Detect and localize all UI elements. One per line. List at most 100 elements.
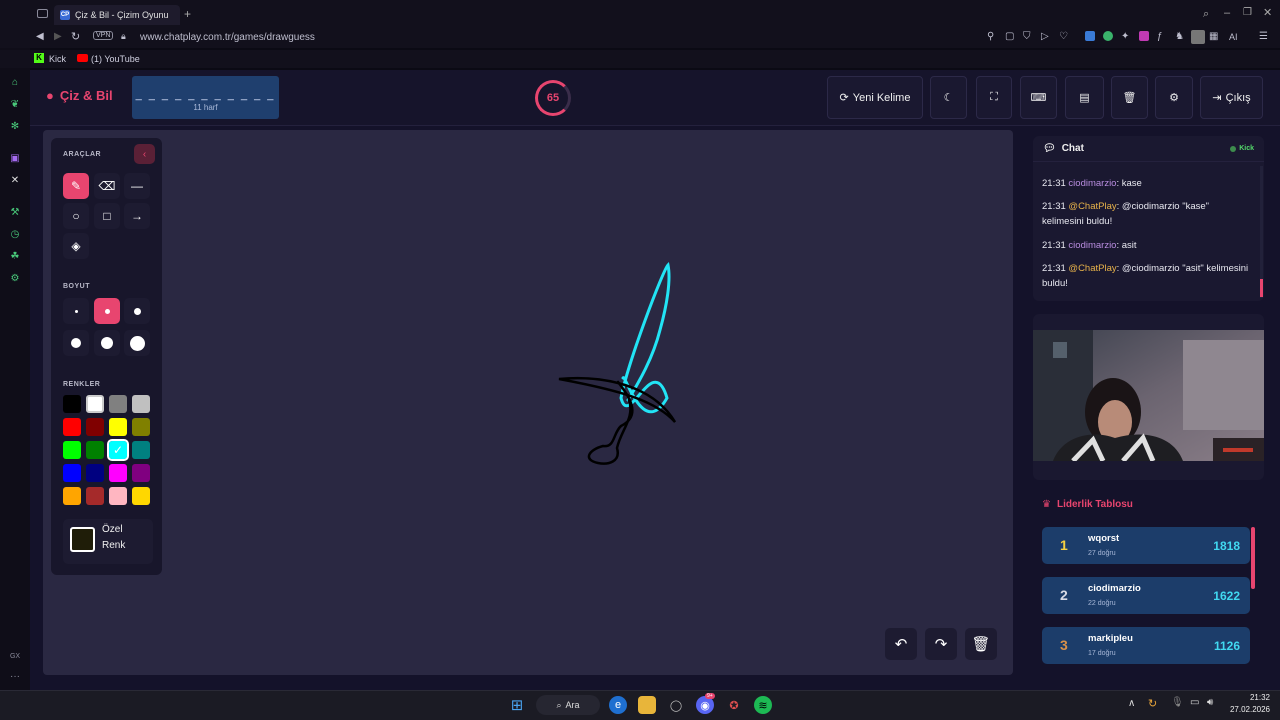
extension-icon[interactable]: ♞ — [1175, 31, 1184, 42]
sidebar-leaf-icon[interactable]: ❦ — [9, 99, 21, 111]
extension-icon[interactable]: ✦ — [1121, 31, 1129, 42]
color-swatch[interactable] — [132, 487, 150, 505]
size-option[interactable] — [94, 330, 120, 356]
extension-pin-icon[interactable]: ⚲ — [987, 31, 994, 42]
taskbar-search[interactable]: ⌕ Ara — [536, 695, 600, 715]
fill-tool[interactable]: ◈ — [63, 233, 89, 259]
color-swatch[interactable] — [132, 395, 150, 413]
vpn-badge[interactable]: VPN — [93, 31, 114, 40]
redo-button[interactable]: ↷ — [925, 628, 957, 660]
line-tool[interactable]: — — [124, 173, 150, 199]
theme-toggle-button[interactable]: ☾ — [930, 76, 967, 119]
color-swatch[interactable] — [86, 395, 104, 413]
sidebar-history-icon[interactable]: ☘ — [9, 251, 21, 263]
file-explorer-icon[interactable] — [638, 696, 656, 714]
extension-camera-icon[interactable]: ▢ — [1005, 31, 1014, 42]
bookmark-kick[interactable]: Kick — [49, 54, 66, 64]
keyboard-button[interactable]: ⌨ — [1020, 76, 1057, 119]
sidebar-more-icon[interactable]: ··· — [7, 671, 23, 683]
color-swatch[interactable] — [132, 441, 150, 459]
extension-icon[interactable] — [1085, 31, 1095, 41]
brush-tool[interactable]: ✎ — [63, 173, 89, 199]
eraser-tool[interactable]: ⌫ — [94, 173, 120, 199]
size-option[interactable] — [63, 330, 89, 356]
x-icon[interactable]: ✕ — [9, 175, 21, 187]
color-swatch[interactable] — [63, 441, 81, 459]
minimize-icon[interactable]: – — [1224, 7, 1230, 19]
play-icon[interactable]: ▷ — [1041, 31, 1049, 42]
size-option[interactable] — [124, 330, 150, 356]
settings-button[interactable]: ⚙ — [1155, 76, 1193, 119]
tray-app-icon[interactable]: ↻ — [1148, 697, 1157, 710]
tray-chevron-icon[interactable]: ∧ — [1128, 698, 1135, 709]
menu-icon[interactable]: ☰ — [1259, 31, 1268, 42]
color-swatch[interactable] — [86, 441, 104, 459]
color-swatch[interactable] — [86, 464, 104, 482]
ai-extension-label[interactable]: AI — [1229, 32, 1238, 42]
bookmark-youtube[interactable]: (1) YouTube — [91, 54, 140, 64]
size-option[interactable] — [63, 298, 89, 324]
sidebar-settings-icon[interactable]: ⚙ — [9, 273, 21, 285]
color-swatch-selected[interactable]: ✓ — [107, 439, 129, 461]
size-option-selected[interactable] — [94, 298, 120, 324]
windows-start-icon[interactable]: ⊞ — [508, 696, 526, 714]
exit-button[interactable]: ⇥ Çıkış — [1200, 76, 1263, 119]
extension-icon[interactable] — [1139, 31, 1149, 41]
circle-tool[interactable]: ○ — [63, 203, 89, 229]
reload-icon[interactable]: ↻ — [71, 30, 80, 43]
clear-canvas-button[interactable]: 🗑︎ — [965, 628, 997, 660]
collapse-panel-button[interactable]: ‹ — [134, 144, 155, 164]
volume-icon[interactable]: 🔊︎ — [1207, 697, 1213, 708]
arrow-tool[interactable]: → — [124, 203, 150, 229]
profile-avatar[interactable] — [1191, 30, 1205, 44]
fullscreen-button[interactable]: ⛶ — [976, 76, 1012, 119]
size-option[interactable] — [124, 298, 150, 324]
color-swatch[interactable] — [132, 418, 150, 436]
extension-icon[interactable] — [1103, 31, 1113, 41]
edge-icon[interactable]: e — [609, 696, 627, 714]
color-swatch[interactable] — [63, 418, 81, 436]
url-field[interactable]: www.chatplay.com.tr/games/drawguess — [140, 32, 315, 43]
extension-icon[interactable]: ƒ — [1157, 31, 1163, 42]
custom-color-preview[interactable] — [70, 527, 95, 552]
color-swatch[interactable] — [86, 418, 104, 436]
restore-icon[interactable]: ❐ — [1243, 7, 1252, 18]
app-icon[interactable]: ✪ — [725, 696, 743, 714]
color-swatch[interactable] — [109, 395, 127, 413]
sidebar-home-icon[interactable]: ⌂ — [9, 77, 21, 89]
color-swatch[interactable] — [63, 487, 81, 505]
sidebar-star-icon[interactable]: ✻ — [9, 121, 21, 133]
rectangle-tool[interactable]: □ — [94, 203, 120, 229]
drawing-canvas[interactable] — [43, 130, 1013, 675]
color-swatch[interactable] — [109, 487, 127, 505]
opera-gx-taskbar-icon[interactable]: ◯ — [667, 696, 685, 714]
color-swatch[interactable] — [86, 487, 104, 505]
sidebar-wand-icon[interactable]: ⚒ — [9, 207, 21, 219]
shield-icon[interactable]: ⛉ — [1023, 31, 1031, 42]
new-tab-button[interactable]: + — [184, 7, 191, 21]
gx-corner-label[interactable]: GX — [7, 651, 23, 663]
browser-tab[interactable]: CP Çiz & Bil - Çizim Oyunu — [54, 5, 180, 25]
microphone-icon[interactable]: 🎙︎ — [1171, 697, 1184, 708]
color-swatch[interactable] — [63, 395, 81, 413]
close-icon[interactable]: ✕ — [1263, 6, 1272, 19]
color-swatch[interactable] — [109, 418, 127, 436]
tab-workspace-icon[interactable] — [37, 9, 48, 18]
undo-button[interactable]: ↶ — [885, 628, 917, 660]
heart-icon[interactable]: ♡ — [1059, 31, 1068, 42]
search-icon[interactable]: ⌕ — [1203, 8, 1209, 21]
network-icon[interactable]: ▭ — [1190, 697, 1199, 708]
color-swatch[interactable] — [109, 464, 127, 482]
extension-icon[interactable]: ▦ — [1209, 31, 1218, 42]
clock-date[interactable]: 27.02.2026 — [1222, 705, 1270, 714]
archive-button[interactable]: ▤ — [1065, 76, 1104, 119]
sidebar-clock-icon[interactable]: ◷ — [9, 229, 21, 241]
clear-scores-button[interactable]: 🗑︎ — [1111, 76, 1148, 119]
back-icon[interactable]: ◀ — [36, 31, 44, 42]
leaderboard-scroll-thumb[interactable] — [1251, 527, 1255, 589]
chat-scroll-thumb[interactable] — [1260, 279, 1263, 297]
new-word-button[interactable]: ⟳ Yeni Kelime — [827, 76, 923, 119]
clock-time[interactable]: 21:32 — [1230, 693, 1270, 702]
color-swatch[interactable] — [132, 464, 150, 482]
forward-icon[interactable]: ▶ — [54, 31, 62, 42]
